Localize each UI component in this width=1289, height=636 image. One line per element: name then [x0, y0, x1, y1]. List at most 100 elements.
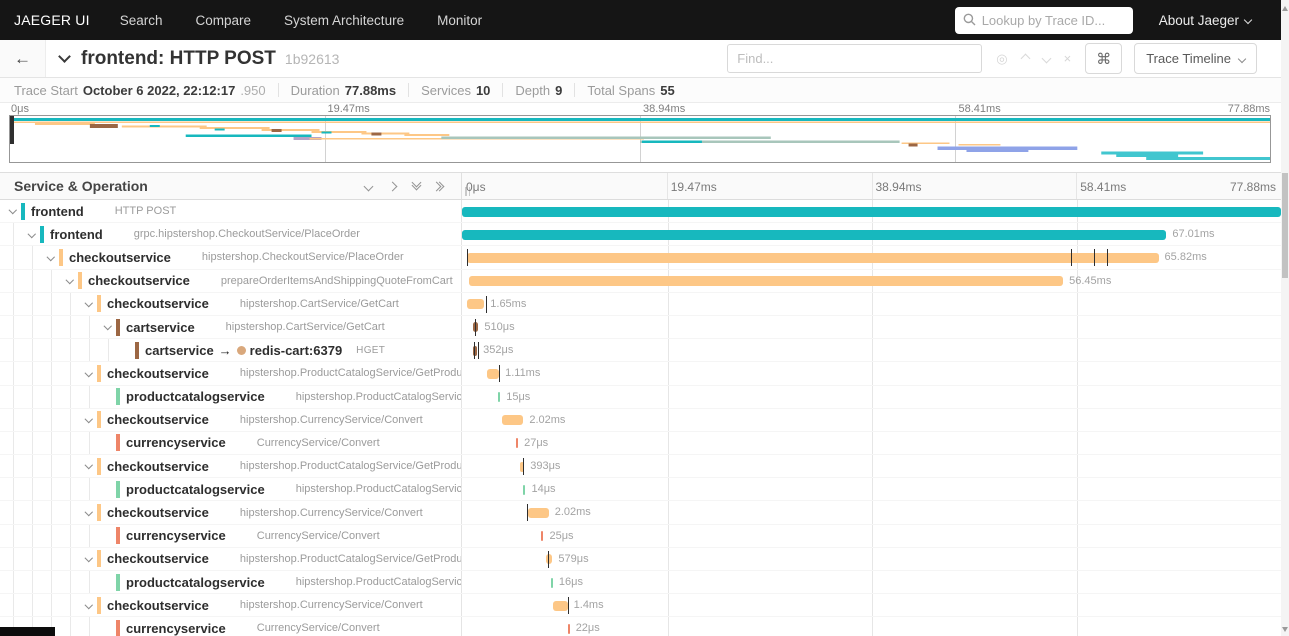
- span-row[interactable]: cartservice hipstershop.CartService/GetC…: [0, 315, 1281, 340]
- span-row[interactable]: checkoutservice hipstershop.ProductCatal…: [0, 547, 1281, 571]
- span-row[interactable]: productcatalogservice hipstershop.Produc…: [0, 385, 1281, 409]
- peer-color-dot: [200, 276, 209, 285]
- nav-item-search[interactable]: Search: [120, 13, 163, 28]
- scroll-down-arrow-icon[interactable]: [1282, 627, 1288, 632]
- span-bar[interactable]: [567, 623, 570, 634]
- span-bar[interactable]: [527, 507, 549, 518]
- span-row[interactable]: checkoutservice prepareOrderItemsAndShip…: [0, 269, 1281, 293]
- span-row[interactable]: frontend HTTP POST: [0, 200, 1281, 224]
- expand-one-icon[interactable]: [387, 181, 398, 191]
- span-row[interactable]: currencyservice CurrencyService/Convert …: [0, 524, 1281, 548]
- find-input[interactable]: [727, 44, 983, 73]
- service-color-bar: [116, 388, 120, 406]
- span-row[interactable]: checkoutservice hipstershop.CartService/…: [0, 292, 1281, 316]
- collapse-all-icon[interactable]: [411, 177, 422, 191]
- peer-ref: [209, 415, 232, 424]
- minimap-tick: 77.88ms: [1227, 103, 1270, 115]
- trace-id-lookup-input[interactable]: [954, 6, 1133, 34]
- span-row[interactable]: checkoutservice hipstershop.ProductCatal…: [0, 455, 1281, 479]
- back-button[interactable]: ←: [0, 40, 46, 77]
- trace-minimap[interactable]: 0μs 19.47ms 38.94ms 58.41ms 77.88ms: [0, 103, 1281, 163]
- span-bar[interactable]: [462, 229, 1167, 240]
- peer-color-dot: [113, 230, 122, 239]
- operation-name: hipstershop.CartService/GetCart: [239, 297, 399, 310]
- span-bar[interactable]: [516, 438, 519, 449]
- expand-chevron-icon[interactable]: [6, 206, 19, 215]
- span-duration-label: 14μs: [531, 483, 556, 496]
- vertical-scrollbar[interactable]: [1281, 0, 1289, 636]
- nav-item-monitor[interactable]: Monitor: [437, 13, 482, 28]
- collapse-trace-chevron-icon[interactable]: [58, 50, 71, 63]
- minimap-tick: 58.41ms: [958, 103, 1001, 115]
- span-row[interactable]: cartservice → redis-cart:6379 HGET 352μs: [0, 339, 1281, 363]
- minimap-canvas[interactable]: [9, 115, 1271, 163]
- span-bar[interactable]: [541, 531, 544, 542]
- minimap-tick: 0μs: [11, 103, 29, 115]
- span-row[interactable]: currencyservice CurrencyService/Convert …: [0, 431, 1281, 456]
- span-bar[interactable]: [466, 252, 1159, 263]
- nav-item-system-architecture[interactable]: System Architecture: [284, 13, 404, 28]
- prev-match-icon[interactable]: [1020, 53, 1031, 64]
- span-row[interactable]: checkoutservice hipstershop.CheckoutServ…: [0, 246, 1281, 270]
- span-bar[interactable]: [552, 600, 568, 611]
- span-bar[interactable]: [466, 299, 485, 310]
- span-row[interactable]: productcatalogservice hipstershop.Produc…: [0, 478, 1281, 502]
- expand-chevron-icon[interactable]: [82, 461, 95, 470]
- keyboard-shortcuts-button[interactable]: ⌘: [1085, 43, 1123, 74]
- span-row[interactable]: productcatalogservice hipstershop.Produc…: [0, 571, 1281, 595]
- peer-color-dot: [275, 485, 284, 494]
- span-bar[interactable]: [462, 206, 1281, 217]
- peer-ref: [103, 230, 126, 239]
- scrollbar-thumb[interactable]: [1282, 173, 1288, 278]
- span-bar[interactable]: [498, 392, 501, 402]
- span-row[interactable]: checkoutservice hipstershop.CurrencyServ…: [0, 408, 1281, 432]
- minimap-svg: [10, 118, 1270, 160]
- span-bar[interactable]: [502, 415, 524, 426]
- trace-view-selector[interactable]: Trace Timeline: [1134, 43, 1257, 74]
- peer-color-dot: [219, 415, 228, 424]
- match-target-icon[interactable]: ◎: [996, 51, 1007, 67]
- span-bar[interactable]: [469, 276, 1064, 287]
- expand-chevron-icon[interactable]: [25, 229, 38, 239]
- expand-chevron-icon[interactable]: [44, 252, 57, 262]
- expand-chevron-icon[interactable]: [82, 298, 95, 308]
- expand-chevron-icon[interactable]: [82, 414, 95, 424]
- clear-find-icon[interactable]: ×: [1064, 51, 1072, 66]
- app-logo[interactable]: JAEGER UI: [14, 12, 90, 28]
- about-jaeger-menu[interactable]: About Jaeger: [1159, 13, 1253, 28]
- trace-header: ← frontend: HTTP POST 1b92613 ◎ × ⌘ Trac…: [0, 40, 1281, 78]
- span-row[interactable]: frontend grpc.hipstershop.CheckoutServic…: [0, 223, 1281, 247]
- span-row[interactable]: checkoutservice hipstershop.ProductCatal…: [0, 362, 1281, 386]
- expand-chevron-icon[interactable]: [82, 507, 95, 517]
- service-name: checkoutservice: [107, 412, 209, 428]
- service-name: checkoutservice: [107, 551, 209, 567]
- trace-title: frontend: HTTP POST: [81, 47, 276, 69]
- span-duration-label: 2.02ms: [554, 506, 591, 519]
- span-duration-label: 510μs: [484, 320, 515, 333]
- nav-item-compare[interactable]: Compare: [196, 13, 252, 28]
- span-duration-label: 16μs: [558, 576, 583, 588]
- expand-chevron-icon[interactable]: [82, 554, 95, 563]
- next-match-icon[interactable]: [1041, 53, 1052, 64]
- service-color-bar: [116, 318, 120, 336]
- command-icon: ⌘: [1096, 50, 1112, 68]
- expand-chevron-icon[interactable]: [63, 275, 76, 285]
- expand-all-icon[interactable]: [431, 181, 445, 191]
- peer-ref: → redis-cart:6379: [214, 343, 343, 358]
- span-row[interactable]: checkoutservice hipstershop.CurrencyServ…: [0, 594, 1281, 618]
- collapse-one-icon[interactable]: [363, 181, 374, 191]
- scroll-up-arrow-icon[interactable]: [1282, 6, 1288, 11]
- span-bar[interactable]: [523, 484, 526, 495]
- peer-color-dot: [275, 578, 284, 587]
- expand-chevron-icon[interactable]: [82, 600, 95, 610]
- span-bar[interactable]: [550, 577, 553, 588]
- peer-color-dot: [236, 345, 246, 355]
- minimap-drag-handle[interactable]: [10, 116, 14, 144]
- trace-start-value: October 6 2022, 22:12:17: [82, 82, 236, 98]
- span-bar[interactable]: [487, 368, 500, 379]
- expand-chevron-icon[interactable]: [101, 322, 114, 331]
- span-row[interactable]: checkoutservice hipstershop.CurrencyServ…: [0, 501, 1281, 525]
- span-row[interactable]: currencyservice CurrencyService/Convert …: [0, 617, 1281, 636]
- service-color-bar: [116, 527, 120, 545]
- expand-chevron-icon[interactable]: [82, 368, 95, 378]
